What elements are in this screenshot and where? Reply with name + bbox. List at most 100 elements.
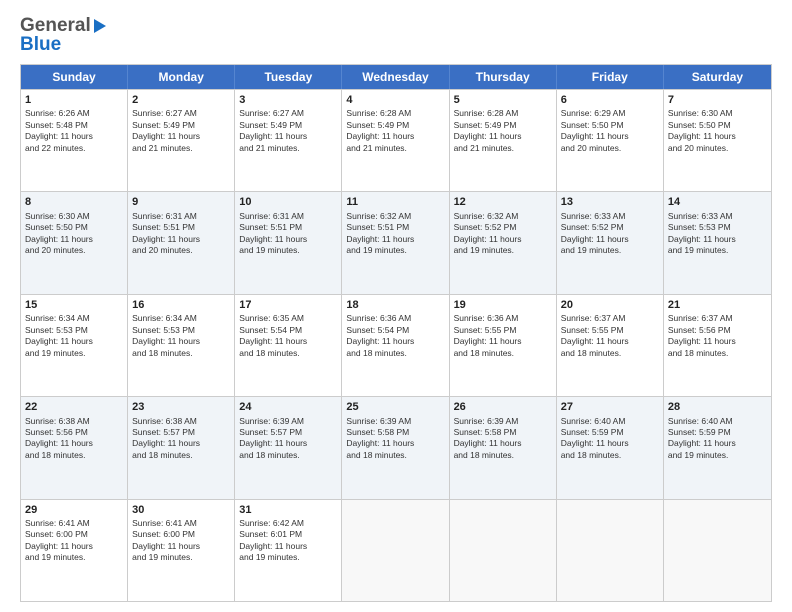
day-cell-2: 2Sunrise: 6:27 AMSunset: 5:49 PMDaylight… <box>128 90 235 191</box>
day-cell-1: 1Sunrise: 6:26 AMSunset: 5:48 PMDaylight… <box>21 90 128 191</box>
day-cell-20: 20Sunrise: 6:37 AMSunset: 5:55 PMDayligh… <box>557 295 664 396</box>
day-number: 4 <box>346 93 444 107</box>
day-cell-12: 12 Sunrise: 6:32 AMSunset: 5:52 PMDayligh… <box>450 192 557 293</box>
day-cell-15: 15Sunrise: 6:34 AMSunset: 5:53 PMDayligh… <box>21 295 128 396</box>
day-info: Sunrise: 6:40 AMSunset: 5:59 PMDaylight:… <box>668 416 767 462</box>
calendar-week-2: 8 Sunrise: 6:30 AMSunset: 5:50 PMDaylight… <box>21 191 771 293</box>
day-number: 9 <box>132 195 230 209</box>
day-info: Sunrise: 6:41 AMSunset: 6:00 PMDaylight:… <box>25 518 123 564</box>
day-cell-14: 14 Sunrise: 6:33 AMSunset: 5:53 PMDayligh… <box>664 192 771 293</box>
day-info: Sunrise: 6:28 AMSunset: 5:49 PMDaylight:… <box>454 108 552 154</box>
calendar-header: SundayMondayTuesdayWednesdayThursdayFrid… <box>21 65 771 89</box>
day-cell-27: 27Sunrise: 6:40 AMSunset: 5:59 PMDayligh… <box>557 397 664 498</box>
day-number: 17 <box>239 298 337 312</box>
empty-cell <box>342 500 449 601</box>
day-cell-28: 28 Sunrise: 6:40 AMSunset: 5:59 PMDayligh… <box>664 397 771 498</box>
day-info: Sunrise: 6:27 AMSunset: 5:49 PMDaylight:… <box>132 108 230 154</box>
day-number: 23 <box>132 400 230 414</box>
day-cell-3: 3Sunrise: 6:27 AMSunset: 5:49 PMDaylight… <box>235 90 342 191</box>
day-number: 1 <box>25 93 123 107</box>
day-cell-31: 31Sunrise: 6:42 AMSunset: 6:01 PMDayligh… <box>235 500 342 601</box>
day-cell-7: 7Sunrise: 6:30 AMSunset: 5:50 PMDaylight… <box>664 90 771 191</box>
calendar-week-1: 1Sunrise: 6:26 AMSunset: 5:48 PMDaylight… <box>21 89 771 191</box>
day-number: 5 <box>454 93 552 107</box>
day-header-thursday: Thursday <box>450 65 557 89</box>
day-number: 16 <box>132 298 230 312</box>
empty-cell <box>664 500 771 601</box>
day-cell-25: 25 Sunrise: 6:39 AMSunset: 5:58 PMDayligh… <box>342 397 449 498</box>
day-cell-4: 4Sunrise: 6:28 AMSunset: 5:49 PMDaylight… <box>342 90 449 191</box>
day-cell-18: 18Sunrise: 6:36 AMSunset: 5:54 PMDayligh… <box>342 295 449 396</box>
day-number: 26 <box>454 400 552 414</box>
day-info: Sunrise: 6:30 AMSunset: 5:50 PMDaylight:… <box>25 211 123 257</box>
day-header-friday: Friday <box>557 65 664 89</box>
day-info: Sunrise: 6:42 AMSunset: 6:01 PMDaylight:… <box>239 518 337 564</box>
day-number: 11 <box>346 195 444 209</box>
day-number: 10 <box>239 195 337 209</box>
logo-arrow-icon <box>94 19 106 33</box>
day-info: Sunrise: 6:39 AMSunset: 5:58 PMDaylight:… <box>346 416 444 462</box>
day-cell-6: 6Sunrise: 6:29 AMSunset: 5:50 PMDaylight… <box>557 90 664 191</box>
day-info: Sunrise: 6:26 AMSunset: 5:48 PMDaylight:… <box>25 108 123 154</box>
logo-blue-text: Blue <box>20 35 106 54</box>
day-cell-30: 30Sunrise: 6:41 AMSunset: 6:00 PMDayligh… <box>128 500 235 601</box>
day-cell-10: 10Sunrise: 6:31 AMSunset: 5:51 PMDayligh… <box>235 192 342 293</box>
calendar-week-3: 15Sunrise: 6:34 AMSunset: 5:53 PMDayligh… <box>21 294 771 396</box>
calendar: SundayMondayTuesdayWednesdayThursdayFrid… <box>20 64 772 602</box>
day-info: Sunrise: 6:31 AMSunset: 5:51 PMDaylight:… <box>132 211 230 257</box>
day-cell-11: 11 Sunrise: 6:32 AMSunset: 5:51 PMDayligh… <box>342 192 449 293</box>
day-header-wednesday: Wednesday <box>342 65 449 89</box>
day-number: 2 <box>132 93 230 107</box>
calendar-week-5: 29Sunrise: 6:41 AMSunset: 6:00 PMDayligh… <box>21 499 771 601</box>
day-number: 28 <box>668 400 767 414</box>
day-number: 8 <box>25 195 123 209</box>
day-number: 3 <box>239 93 337 107</box>
calendar-week-4: 22 Sunrise: 6:38 AMSunset: 5:56 PMDayligh… <box>21 396 771 498</box>
day-info: Sunrise: 6:29 AMSunset: 5:50 PMDaylight:… <box>561 108 659 154</box>
day-info: Sunrise: 6:32 AMSunset: 5:52 PMDaylight:… <box>454 211 552 257</box>
logo-text: General <box>20 16 91 35</box>
day-cell-16: 16Sunrise: 6:34 AMSunset: 5:53 PMDayligh… <box>128 295 235 396</box>
day-number: 22 <box>25 400 123 414</box>
day-number: 12 <box>454 195 552 209</box>
day-header-tuesday: Tuesday <box>235 65 342 89</box>
day-number: 30 <box>132 503 230 517</box>
day-number: 14 <box>668 195 767 209</box>
day-info: Sunrise: 6:38 AMSunset: 5:57 PMDaylight:… <box>132 416 230 462</box>
day-number: 24 <box>239 400 337 414</box>
day-cell-19: 19Sunrise: 6:36 AMSunset: 5:55 PMDayligh… <box>450 295 557 396</box>
day-info: Sunrise: 6:37 AMSunset: 5:56 PMDaylight:… <box>668 313 767 359</box>
day-info: Sunrise: 6:33 AMSunset: 5:52 PMDaylight:… <box>561 211 659 257</box>
page: General Blue SundayMondayTuesdayWednesda… <box>0 0 792 612</box>
day-number: 20 <box>561 298 659 312</box>
day-info: Sunrise: 6:33 AMSunset: 5:53 PMDaylight:… <box>668 211 767 257</box>
day-number: 31 <box>239 503 337 517</box>
day-number: 15 <box>25 298 123 312</box>
day-number: 29 <box>25 503 123 517</box>
day-number: 27 <box>561 400 659 414</box>
day-number: 25 <box>346 400 444 414</box>
empty-cell <box>450 500 557 601</box>
day-number: 18 <box>346 298 444 312</box>
header: General Blue <box>20 16 772 54</box>
day-info: Sunrise: 6:27 AMSunset: 5:49 PMDaylight:… <box>239 108 337 154</box>
day-cell-8: 8 Sunrise: 6:30 AMSunset: 5:50 PMDaylight… <box>21 192 128 293</box>
day-info: Sunrise: 6:34 AMSunset: 5:53 PMDaylight:… <box>25 313 123 359</box>
day-cell-22: 22 Sunrise: 6:38 AMSunset: 5:56 PMDayligh… <box>21 397 128 498</box>
day-info: Sunrise: 6:36 AMSunset: 5:55 PMDaylight:… <box>454 313 552 359</box>
day-cell-13: 13 Sunrise: 6:33 AMSunset: 5:52 PMDayligh… <box>557 192 664 293</box>
day-info: Sunrise: 6:41 AMSunset: 6:00 PMDaylight:… <box>132 518 230 564</box>
day-cell-24: 24Sunrise: 6:39 AMSunset: 5:57 PMDayligh… <box>235 397 342 498</box>
day-number: 7 <box>668 93 767 107</box>
day-info: Sunrise: 6:39 AMSunset: 5:58 PMDaylight:… <box>454 416 552 462</box>
day-info: Sunrise: 6:36 AMSunset: 5:54 PMDaylight:… <box>346 313 444 359</box>
day-info: Sunrise: 6:38 AMSunset: 5:56 PMDaylight:… <box>25 416 123 462</box>
day-info: Sunrise: 6:28 AMSunset: 5:49 PMDaylight:… <box>346 108 444 154</box>
day-info: Sunrise: 6:34 AMSunset: 5:53 PMDaylight:… <box>132 313 230 359</box>
day-cell-9: 9 Sunrise: 6:31 AMSunset: 5:51 PMDaylight… <box>128 192 235 293</box>
day-cell-21: 21Sunrise: 6:37 AMSunset: 5:56 PMDayligh… <box>664 295 771 396</box>
day-number: 19 <box>454 298 552 312</box>
day-cell-23: 23 Sunrise: 6:38 AMSunset: 5:57 PMDayligh… <box>128 397 235 498</box>
day-number: 13 <box>561 195 659 209</box>
day-info: Sunrise: 6:32 AMSunset: 5:51 PMDaylight:… <box>346 211 444 257</box>
